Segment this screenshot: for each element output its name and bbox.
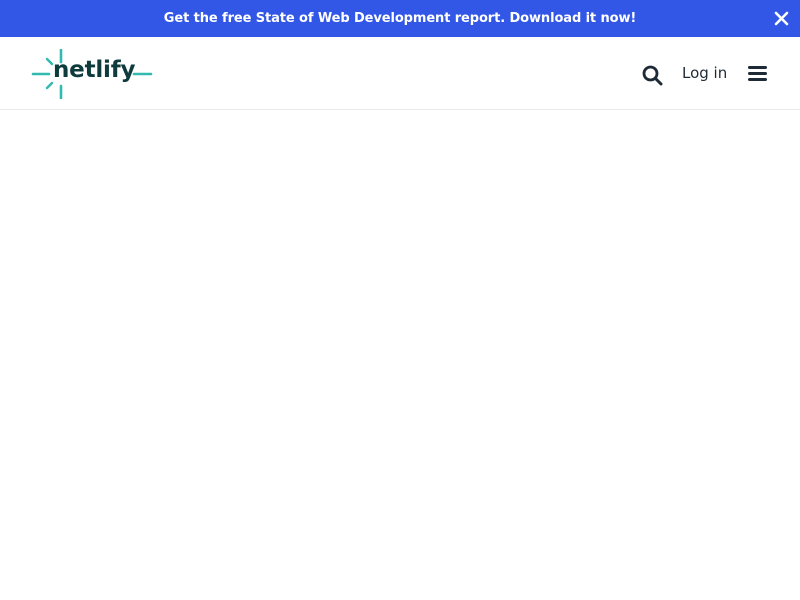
page-content (0, 110, 800, 600)
menu-bar (748, 72, 767, 75)
menu-bar (748, 78, 767, 81)
announcement-banner: Get the free State of Web Development re… (0, 0, 800, 37)
netlify-logo[interactable]: netlify (31, 49, 155, 99)
site-header: netlify Log in (0, 37, 800, 110)
menu-bar (748, 66, 767, 69)
close-icon[interactable] (773, 10, 790, 27)
logo-wordmark: netlify (53, 57, 136, 83)
banner-download-link[interactable]: Get the free State of Web Development re… (164, 11, 637, 26)
hamburger-menu-icon[interactable] (746, 64, 770, 84)
login-link[interactable]: Log in (682, 64, 727, 82)
search-icon[interactable] (640, 63, 664, 87)
